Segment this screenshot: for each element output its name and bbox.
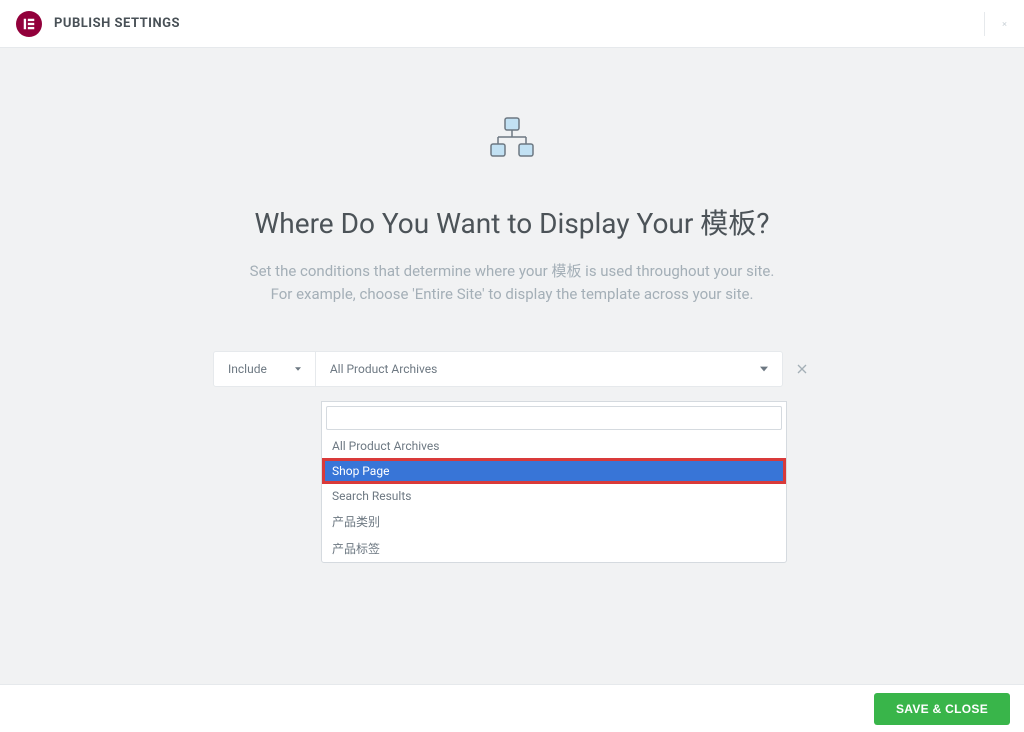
elementor-logo <box>16 11 42 37</box>
include-exclude-select[interactable]: Include <box>214 352 316 386</box>
dialog-footer: SAVE & CLOSE <box>0 684 1024 732</box>
caret-down-icon <box>760 365 768 373</box>
dropdown-options-list: All Product Archives Shop Page Search Re… <box>322 434 786 562</box>
include-label: Include <box>228 362 267 376</box>
elementor-logo-icon <box>22 17 36 31</box>
archive-dropdown-panel: All Product Archives Shop Page Search Re… <box>321 401 787 563</box>
dropdown-option-search-results[interactable]: Search Results <box>322 484 786 508</box>
save-close-button[interactable]: SAVE & CLOSE <box>874 693 1010 725</box>
dropdown-option-all-product-archives[interactable]: All Product Archives <box>322 434 786 458</box>
page-subtext: Set the conditions that determine where … <box>250 260 775 307</box>
sitemap-icon <box>487 116 537 162</box>
archive-type-select[interactable]: All Product Archives <box>316 352 782 386</box>
dropdown-option-product-category[interactable]: 产品类别 <box>322 508 786 535</box>
close-button[interactable] <box>984 12 1008 36</box>
dialog-content: Where Do You Want to Display Your 模板? Se… <box>0 48 1024 387</box>
condition-selects: Include All Product Archives <box>213 351 783 387</box>
remove-condition-button[interactable] <box>793 360 811 378</box>
archive-label: All Product Archives <box>330 362 437 376</box>
subtext-line-1: Set the conditions that determine where … <box>250 262 775 280</box>
close-icon <box>794 361 810 377</box>
subtext-line-2: For example, choose 'Entire Site' to dis… <box>271 285 754 303</box>
page-heading: Where Do You Want to Display Your 模板? <box>254 202 769 242</box>
close-icon <box>1001 16 1008 32</box>
dropdown-option-product-tag[interactable]: 产品标签 <box>322 535 786 562</box>
dropdown-search-wrapper <box>322 402 786 434</box>
caret-down-icon <box>295 366 301 372</box>
dropdown-option-shop-page[interactable]: Shop Page <box>322 458 786 484</box>
dropdown-search-input[interactable] <box>326 406 782 430</box>
dialog-title: PUBLISH SETTINGS <box>54 16 180 31</box>
condition-row: Include All Product Archives <box>213 351 811 387</box>
dialog-header: PUBLISH SETTINGS <box>0 0 1024 48</box>
